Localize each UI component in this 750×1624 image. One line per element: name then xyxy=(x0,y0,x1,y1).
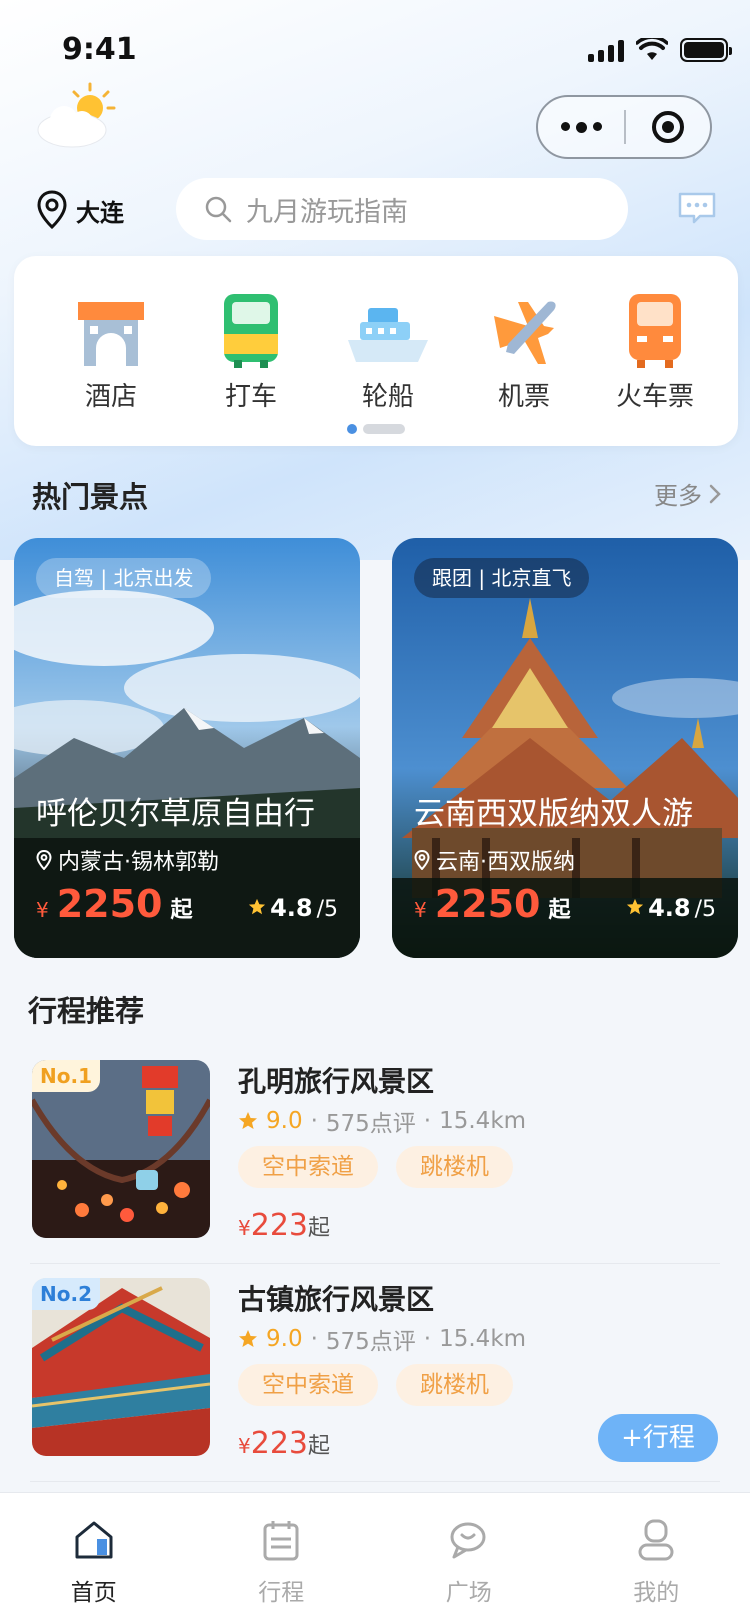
hot-card-yunnan[interactable]: 跟团 | 北京直飞 云南西双版纳双人游 云南·西双版纳 ¥ 2250 起 4.8… xyxy=(392,538,738,958)
location-pin-icon xyxy=(36,850,52,870)
list-item[interactable]: No.2 古镇旅行风景区 9.0 · 575点评 · 15.4km 空中索道 跳楼机… xyxy=(30,1264,720,1482)
quick-entry-ship[interactable]: 轮船 xyxy=(328,286,448,413)
plane-icon xyxy=(494,301,556,364)
card-title: 云南西双版纳双人游 xyxy=(414,796,693,832)
item-tags: 空中索道 跳楼机 xyxy=(238,1364,513,1406)
card-tag: 跟团 | 北京直飞 xyxy=(414,558,590,598)
star-icon xyxy=(239,1330,257,1347)
card-price: ¥ 2250 起 xyxy=(414,882,571,926)
tab-profile[interactable]: 我的 xyxy=(563,1493,750,1624)
rank-badge: No.2 xyxy=(32,1278,100,1310)
recommend-section-title: 行程推荐 xyxy=(28,994,145,1028)
tab-bar: 首页 行程 广场 我的 xyxy=(0,1492,750,1624)
card-title: 呼伦贝尔草原自由行 xyxy=(36,796,315,832)
location-pin-icon xyxy=(414,850,430,870)
hot-section-title: 热门景点 xyxy=(32,480,149,514)
item-meta: 9.0 · 575点评 · 15.4km xyxy=(238,1322,526,1356)
plaza-icon xyxy=(450,1522,486,1559)
item-title: 孔明旅行风景区 xyxy=(238,1065,435,1098)
quick-entry-taxi[interactable]: 打车 xyxy=(191,286,311,413)
list-item[interactable]: No.1 孔明旅行风景区 9.0 · 575点评 · 15.4km 空中索道 跳楼机… xyxy=(30,1046,720,1264)
quick-entry-flight[interactable]: 机票 xyxy=(464,286,584,413)
city-label: 大连 xyxy=(76,198,124,227)
message-icon[interactable] xyxy=(676,190,718,226)
item-tags: 空中索道 跳楼机 xyxy=(238,1146,513,1188)
wifi-icon xyxy=(636,38,668,60)
taxi-icon xyxy=(224,294,278,368)
search-placeholder: 九月游玩指南 xyxy=(246,196,408,228)
tag-chip: 空中索道 xyxy=(238,1364,378,1406)
tab-plaza[interactable]: 广场 xyxy=(375,1493,563,1624)
profile-icon xyxy=(638,1519,674,1561)
star-icon xyxy=(248,898,266,915)
status-bar: 9:41 xyxy=(0,30,750,70)
target-icon xyxy=(651,111,684,143)
item-meta: 9.0 · 575点评 · 15.4km xyxy=(238,1104,526,1138)
card-price: ¥ 2250 起 xyxy=(36,882,193,926)
quick-entry-panel: 酒店 打车 轮船 机票 火车票 xyxy=(14,256,738,446)
more-link[interactable]: 更多 xyxy=(654,476,722,511)
card-location: 内蒙古·锡林郭勒 xyxy=(36,844,219,876)
card-tag: 自驾 | 北京出发 xyxy=(36,558,212,598)
item-title: 古镇旅行风景区 xyxy=(238,1283,435,1316)
tag-chip: 跳楼机 xyxy=(396,1364,513,1406)
miniprogram-capsule xyxy=(536,95,712,159)
item-price: ¥ 223 起 xyxy=(238,1426,331,1461)
tag-chip: 空中索道 xyxy=(238,1146,378,1188)
item-price: ¥ 223 起 xyxy=(238,1208,331,1243)
ship-icon xyxy=(348,308,428,362)
quick-entry-train[interactable]: 火车票 xyxy=(595,286,715,413)
quick-entry-hotel[interactable]: 酒店 xyxy=(51,286,171,413)
card-location: 云南·西双版纳 xyxy=(414,844,575,876)
train-icon xyxy=(629,294,681,368)
rank-badge: No.1 xyxy=(32,1060,100,1092)
tab-itinerary[interactable]: 行程 xyxy=(188,1493,376,1624)
itinerary-icon xyxy=(263,1521,299,1561)
star-icon xyxy=(626,898,644,915)
chevron-right-icon xyxy=(709,484,721,503)
card-rating: 4.8/5 xyxy=(626,894,716,922)
tab-home[interactable]: 首页 xyxy=(0,1493,188,1624)
weather-icon xyxy=(37,82,116,148)
item-thumbnail: No.2 xyxy=(32,1278,210,1456)
tag-chip: 跳楼机 xyxy=(396,1146,513,1188)
card-rating: 4.8/5 xyxy=(248,894,338,922)
search-input[interactable]: 九月游玩指南 xyxy=(176,178,628,240)
close-miniprogram-button[interactable] xyxy=(626,110,710,144)
add-itinerary-button[interactable]: +行程 xyxy=(598,1414,718,1462)
hot-card-grassland[interactable]: 自驾 | 北京出发 呼伦贝尔草原自由行 内蒙古·锡林郭勒 ¥ 2250 起 4.… xyxy=(14,538,360,958)
status-time: 9:41 xyxy=(62,32,137,67)
location-selector[interactable]: 大连 xyxy=(36,190,124,230)
item-thumbnail: No.1 xyxy=(32,1060,210,1238)
carousel-indicator xyxy=(347,424,405,434)
home-icon xyxy=(75,1521,113,1559)
signal-icon xyxy=(588,38,624,62)
battery-icon xyxy=(680,38,732,62)
search-icon xyxy=(205,196,232,223)
location-pin-icon xyxy=(37,190,67,230)
hotel-icon xyxy=(78,302,144,366)
star-icon xyxy=(239,1112,257,1129)
more-menu-button[interactable] xyxy=(538,121,624,133)
